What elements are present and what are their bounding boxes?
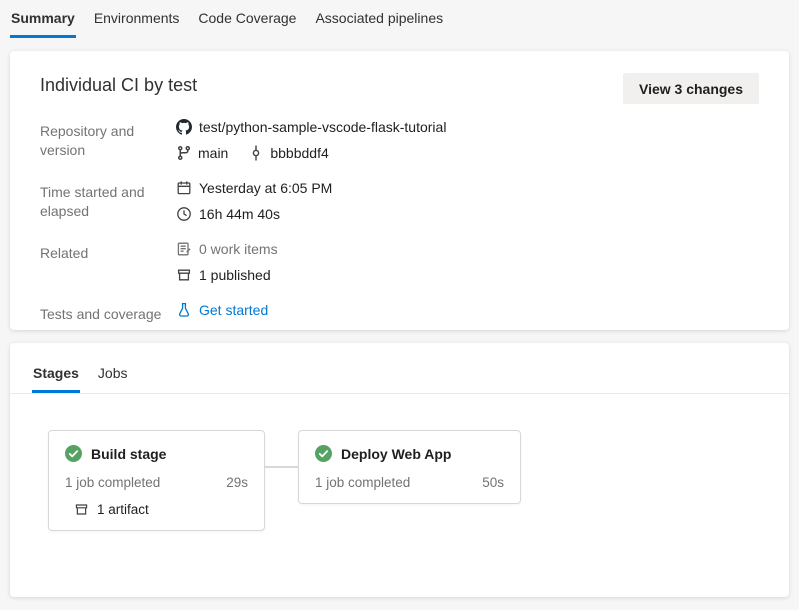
stage-deploy-header: Deploy Web App — [315, 445, 504, 462]
work-items-value: 0 work items — [199, 241, 278, 257]
run-summary-card: Individual CI by test View 3 changes Rep… — [10, 51, 789, 330]
git-branch-icon — [176, 145, 192, 161]
time-elapsed-value: 16h 44m 40s — [199, 206, 280, 222]
time-started-line: Yesterday at 6:05 PM — [176, 175, 759, 201]
run-detail-tabs: Summary Environments Code Coverage Assoc… — [0, 0, 799, 38]
related-row-values: 0 work items 1 published — [176, 236, 759, 288]
stages-jobs-tabs: Stages Jobs — [10, 343, 789, 394]
calendar-icon — [176, 180, 192, 196]
time-row-values: Yesterday at 6:05 PM 16h 44m 40s — [176, 175, 759, 227]
stage-name: Build stage — [91, 445, 167, 462]
repository-row-values: test/python-sample-vscode-flask-tutorial… — [176, 114, 759, 166]
time-row-label: Time started and elapsed — [40, 184, 145, 219]
repository-row: Repository and version test/python-sampl… — [40, 114, 759, 166]
commit-pair[interactable]: bbbbddf4 — [248, 145, 329, 161]
get-started-link[interactable]: Get started — [199, 302, 268, 318]
branch-name: main — [198, 145, 229, 161]
success-check-icon — [65, 445, 82, 462]
work-item-icon — [176, 241, 192, 257]
branch-commit-line: main bbbbddf4 — [176, 140, 759, 166]
work-items-line: 0 work items — [176, 236, 759, 262]
stage-artifact-text: 1 artifact — [97, 502, 149, 517]
repository-name[interactable]: test/python-sample-vscode-flask-tutorial — [199, 119, 446, 135]
success-check-icon — [315, 445, 332, 462]
stage-node-deploy[interactable]: Deploy Web App 1 job completed 50s — [298, 430, 521, 504]
tests-row: Tests and coverage Get started — [40, 297, 759, 324]
stage-build-header: Build stage — [65, 445, 248, 462]
stage-name: Deploy Web App — [341, 445, 452, 462]
published-line: 1 published — [176, 262, 759, 288]
tab-jobs[interactable]: Jobs — [97, 363, 129, 393]
stage-duration: 29s — [226, 475, 248, 490]
run-title: Individual CI by test — [40, 75, 198, 95]
stages-card: Stages Jobs Build stage 1 job completed … — [10, 343, 789, 597]
get-started-line: Get started — [176, 297, 759, 323]
artifact-box-icon — [74, 502, 89, 517]
stage-deploy-status-row: 1 job completed 50s — [315, 475, 504, 490]
tab-code-coverage[interactable]: Code Coverage — [197, 8, 297, 38]
tests-row-values: Get started — [176, 297, 759, 324]
summary-card-header: Individual CI by test View 3 changes — [40, 73, 759, 104]
commit-hash: bbbbddf4 — [270, 145, 329, 161]
clock-icon — [176, 206, 192, 222]
tab-summary[interactable]: Summary — [10, 8, 76, 38]
tab-stages[interactable]: Stages — [32, 363, 80, 393]
github-icon — [176, 119, 192, 135]
artifact-box-icon — [176, 267, 192, 283]
related-row: Related 0 work items 1 published — [40, 236, 759, 288]
tab-environments[interactable]: Environments — [93, 8, 181, 38]
stage-graph: Build stage 1 job completed 29s 1 artifa… — [10, 394, 789, 531]
tab-associated-pipelines[interactable]: Associated pipelines — [314, 8, 444, 38]
stage-build-status-row: 1 job completed 29s — [65, 475, 248, 490]
stage-artifact-row[interactable]: 1 artifact — [65, 502, 248, 517]
repository-row-label: Repository and version — [40, 123, 135, 158]
tests-row-label: Tests and coverage — [40, 306, 162, 322]
beaker-icon — [176, 302, 192, 318]
stage-status-text: 1 job completed — [315, 475, 411, 490]
stage-status-text: 1 job completed — [65, 475, 161, 490]
time-elapsed-line: 16h 44m 40s — [176, 201, 759, 227]
git-commit-icon — [248, 145, 264, 161]
time-started-value: Yesterday at 6:05 PM — [199, 180, 333, 196]
repository-line: test/python-sample-vscode-flask-tutorial — [176, 114, 759, 140]
stage-connector-line — [265, 466, 298, 468]
stage-duration: 50s — [482, 475, 504, 490]
published-value[interactable]: 1 published — [199, 267, 271, 283]
stage-node-build[interactable]: Build stage 1 job completed 29s 1 artifa… — [48, 430, 265, 531]
related-row-label: Related — [40, 245, 89, 261]
view-changes-button[interactable]: View 3 changes — [622, 73, 759, 104]
branch-pair[interactable]: main — [176, 145, 228, 161]
time-row: Time started and elapsed Yesterday at 6:… — [40, 175, 759, 227]
